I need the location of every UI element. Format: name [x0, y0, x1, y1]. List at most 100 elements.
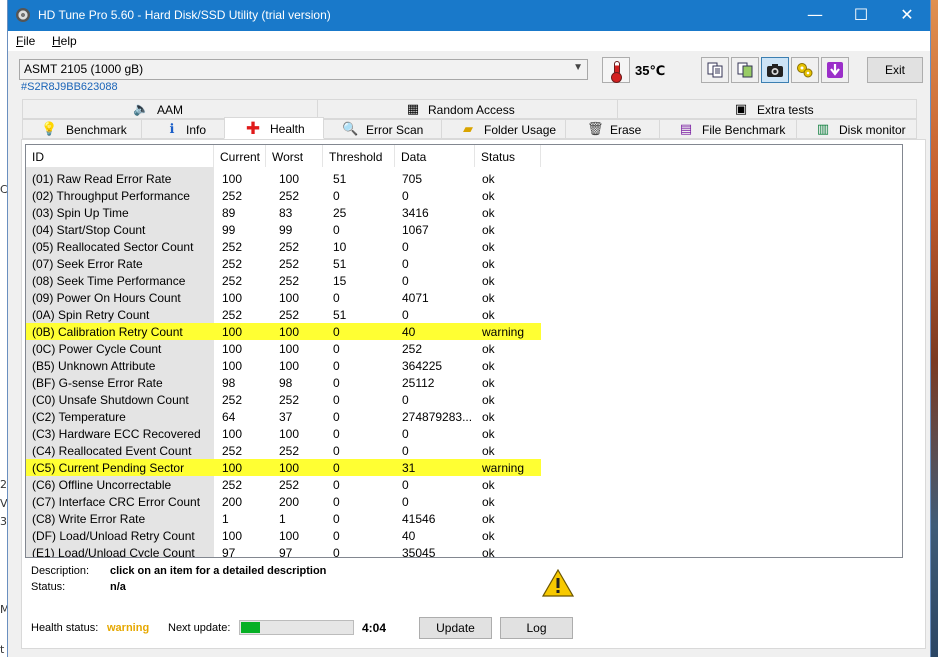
table-row[interactable]: (02) Throughput Performance 252 252 0 0 ok: [26, 187, 541, 204]
table-cell: 0: [333, 444, 340, 458]
table-cell: 252: [279, 393, 300, 407]
column-header-id[interactable]: ID: [26, 145, 214, 167]
log-button[interactable]: Log: [500, 617, 573, 639]
table-row[interactable]: (09) Power On Hours Count 100 100 0 4071 ok: [26, 289, 541, 306]
table-row[interactable]: (04) Start/Stop Count 99 99 0 1067 ok: [26, 221, 541, 238]
table-cell: ok: [482, 274, 495, 288]
table-cell: ok: [482, 257, 495, 271]
disk-monitor-icon: ▥: [816, 122, 830, 137]
table-cell: 364225: [402, 359, 443, 373]
table-cell: 1: [222, 512, 229, 526]
table-row[interactable]: (C8) Write Error Rate 1 1 0 41546 ok: [26, 510, 541, 527]
copy-screenshot-button[interactable]: [731, 57, 759, 83]
vertical-scrollbar[interactable]: ︿ ﹀: [902, 145, 903, 558]
health-status-label: Health status:: [31, 622, 99, 634]
table-cell: 0: [402, 393, 409, 407]
table-row[interactable]: (01) Raw Read Error Rate 100 100 51 705 ok: [26, 170, 541, 187]
tab-label: Random Access: [428, 103, 515, 117]
drive-select[interactable]: ASMT 2105 (1000 gB) ▼: [19, 59, 588, 80]
column-header-threshold[interactable]: Threshold: [323, 145, 395, 167]
table-cell: 252: [279, 444, 300, 458]
table-cell: 0: [402, 274, 409, 288]
tab-label: Error Scan: [366, 123, 424, 137]
table-cell: (07) Seek Error Rate: [32, 257, 143, 271]
save-button[interactable]: [821, 57, 849, 83]
window-bottom-edge: [8, 649, 930, 657]
scroll-up-icon[interactable]: ︿: [902, 145, 903, 162]
table-row[interactable]: (0A) Spin Retry Count 252 252 51 0 ok: [26, 306, 541, 323]
menu-file[interactable]: File: [16, 34, 35, 48]
table-row[interactable]: (C5) Current Pending Sector 100 100 0 31 warn…: [26, 459, 541, 476]
table-row[interactable]: (BF) G-sense Error Rate 98 98 0 25112 ok: [26, 374, 541, 391]
tab-aam[interactable]: 🔈 AAM: [22, 99, 318, 119]
health-status-value: warning: [107, 622, 150, 634]
table-cell: 252: [222, 478, 243, 492]
file-benchmark-icon: ▤: [679, 122, 693, 137]
table-row[interactable]: (C3) Hardware ECC Recovered 100 100 0 0 ok: [26, 425, 541, 442]
table-row[interactable]: (08) Seek Time Performance 252 252 15 0 ok: [26, 272, 541, 289]
column-header-current[interactable]: Current: [214, 145, 266, 167]
table-cell: 252: [279, 257, 300, 271]
table-cell: ok: [482, 240, 495, 254]
table-row[interactable]: (07) Seek Error Rate 252 252 51 0 ok: [26, 255, 541, 272]
update-button[interactable]: Update: [419, 617, 492, 639]
tab-info[interactable]: ℹ Info: [141, 119, 225, 139]
scroll-down-icon[interactable]: ﹀: [902, 542, 903, 558]
column-header-worst[interactable]: Worst: [266, 145, 323, 167]
table-cell: 100: [279, 359, 300, 373]
column-header-status[interactable]: Status: [475, 145, 541, 167]
copy-info-button[interactable]: [701, 57, 729, 83]
table-row[interactable]: (C6) Offline Uncorrectable 252 252 0 0 ok: [26, 476, 541, 493]
table-row[interactable]: (0C) Power Cycle Count 100 100 0 252 ok: [26, 340, 541, 357]
smart-attribute-table[interactable]: ID Current Worst Threshold Data Status (…: [25, 144, 903, 558]
table-row[interactable]: (0B) Calibration Retry Count 100 100 0 40 war…: [26, 323, 541, 340]
tab-folder-usage[interactable]: ▰ Folder Usage: [441, 119, 566, 139]
table-cell: 200: [279, 495, 300, 509]
close-button[interactable]: ✕: [884, 0, 930, 31]
separator: [31, 608, 576, 609]
minimize-button[interactable]: —: [792, 0, 838, 31]
table-row[interactable]: (C7) Interface CRC Error Count 200 200 0 0 ok: [26, 493, 541, 510]
temperature-value: 35℃: [635, 63, 666, 78]
exit-button[interactable]: Exit: [867, 57, 923, 83]
tab-health[interactable]: ✚ Health: [224, 117, 324, 139]
screenshot-button[interactable]: [761, 57, 789, 83]
column-header-data[interactable]: Data: [395, 145, 475, 167]
chevron-down-icon: ▼: [573, 62, 583, 73]
table-cell: 51: [333, 257, 347, 271]
table-row[interactable]: (C4) Reallocated Event Count 252 252 0 0 ok: [26, 442, 541, 459]
tab-file-benchmark[interactable]: ▤ File Benchmark: [659, 119, 797, 139]
tab-label: Benchmark: [66, 123, 127, 137]
title-bar[interactable]: HD Tune Pro 5.60 - Hard Disk/SSD Utility…: [8, 0, 930, 31]
table-cell: ok: [482, 495, 495, 509]
tab-random-access[interactable]: ▦ Random Access: [317, 99, 618, 119]
table-header: ID Current Worst Threshold Data Status: [26, 145, 902, 167]
table-cell: 100: [279, 461, 300, 475]
tab-extra-tests[interactable]: ▣ Extra tests: [617, 99, 917, 119]
menu-help[interactable]: Help: [52, 34, 77, 48]
table-cell: (C5) Current Pending Sector: [32, 461, 185, 475]
table-row[interactable]: (05) Reallocated Sector Count 252 252 10 0 ok: [26, 238, 541, 255]
table-cell: 15: [333, 274, 347, 288]
options-button[interactable]: [791, 57, 819, 83]
table-cell: 100: [222, 427, 243, 441]
table-row[interactable]: (B5) Unknown Attribute 100 100 0 364225 ok: [26, 357, 541, 374]
table-cell: 51: [333, 172, 347, 186]
tab-erase[interactable]: 🗑 Erase: [565, 119, 660, 139]
table-row[interactable]: (C2) Temperature 64 37 0 274879283... ok: [26, 408, 541, 425]
tab-error-scan[interactable]: 🔍 Error Scan: [323, 119, 442, 139]
table-cell: warning: [482, 325, 525, 339]
table-row[interactable]: (E1) Load/Unload Cycle Count 97 97 0 35045 ok: [26, 544, 541, 557]
maximize-button[interactable]: ☐: [838, 0, 884, 31]
table-cell: 252: [222, 240, 243, 254]
tab-benchmark[interactable]: 💡 Benchmark: [22, 119, 142, 139]
table-cell: 40: [402, 529, 416, 543]
table-cell: ok: [482, 444, 495, 458]
table-cell: 0: [333, 376, 340, 390]
table-row[interactable]: (DF) Load/Unload Retry Count 100 100 0 40 ok: [26, 527, 541, 544]
table-row[interactable]: (C0) Unsafe Shutdown Count 252 252 0 0 ok: [26, 391, 541, 408]
tab-disk-monitor[interactable]: ▥ Disk monitor: [796, 119, 917, 139]
table-row[interactable]: (03) Spin Up Time 89 83 25 3416 ok: [26, 204, 541, 221]
status-value: n/a: [110, 581, 126, 593]
warning-icon: [542, 569, 574, 597]
